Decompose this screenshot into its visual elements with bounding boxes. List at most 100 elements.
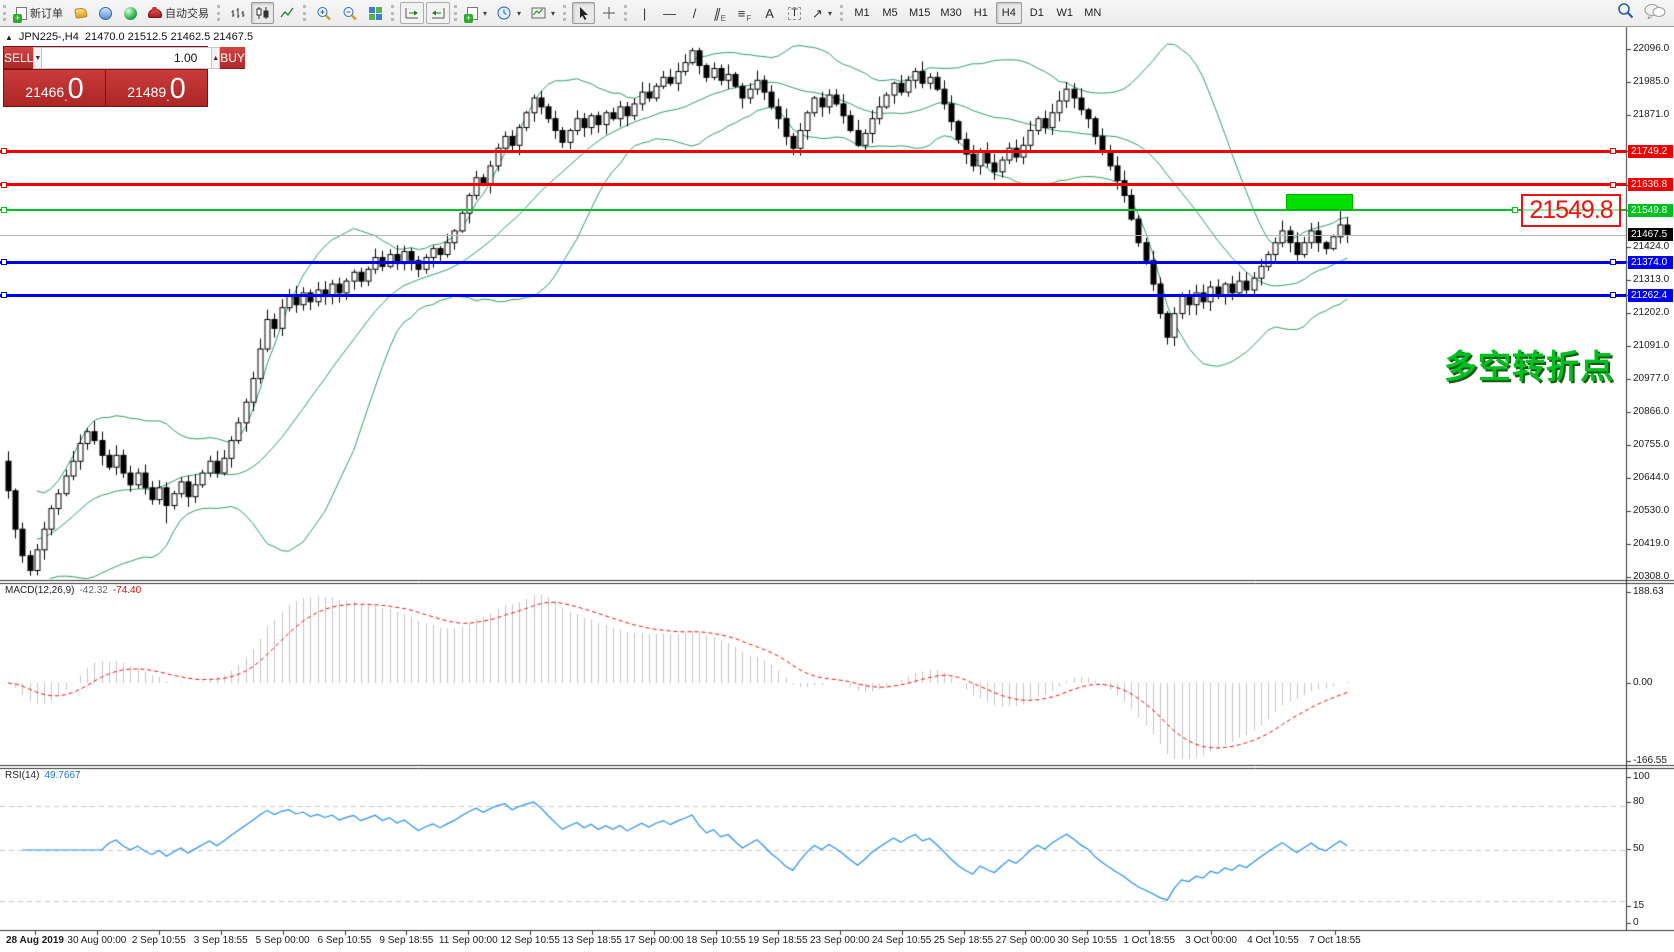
price-axis-tick: 21313.0 bbox=[1633, 274, 1669, 285]
time-axis-label: 30 Sep 10:55 bbox=[1058, 935, 1118, 946]
timeframe-m1-button[interactable]: M1 bbox=[849, 2, 875, 24]
search-icon[interactable] bbox=[1617, 2, 1634, 19]
line-right-handle[interactable] bbox=[1610, 148, 1616, 154]
sell-price-button[interactable]: 21466.0 bbox=[4, 70, 105, 106]
zoom-out-icon bbox=[342, 6, 358, 21]
macd-axis-label: 188.63 bbox=[1633, 586, 1664, 597]
horizontal-line-object[interactable] bbox=[0, 150, 1626, 153]
template-dropdown[interactable]: ▾ bbox=[527, 2, 559, 24]
line-price-label: 21374.0 bbox=[1628, 256, 1673, 269]
toolbar-drag-handle[interactable] bbox=[3, 5, 7, 21]
timeframe-m15-button[interactable]: M15 bbox=[905, 2, 934, 24]
line-left-handle[interactable] bbox=[1, 292, 7, 298]
timeframe-d1-button[interactable]: D1 bbox=[1024, 2, 1050, 24]
price-axis-tick: 20419.0 bbox=[1633, 538, 1669, 549]
sell-button[interactable]: SELL bbox=[4, 47, 33, 69]
crosshair-button[interactable] bbox=[597, 2, 620, 24]
horizontal-line-object[interactable] bbox=[0, 261, 1626, 264]
tile-windows-button[interactable] bbox=[364, 2, 387, 24]
auto-scroll-button[interactable] bbox=[400, 2, 424, 24]
auto-scroll-icon bbox=[404, 6, 420, 20]
period-dropdown[interactable]: ▾ bbox=[493, 2, 525, 24]
line-right-handle[interactable] bbox=[1610, 292, 1616, 298]
price-axis-tick: 21091.0 bbox=[1633, 340, 1669, 351]
clock-icon bbox=[497, 6, 512, 21]
timeframe-h4-button[interactable]: H4 bbox=[996, 2, 1022, 24]
timeframe-m5-button[interactable]: M5 bbox=[877, 2, 903, 24]
bar-chart-button[interactable] bbox=[226, 2, 249, 24]
profile-icon bbox=[99, 7, 112, 20]
horizontal-line-object[interactable] bbox=[0, 183, 1626, 186]
line-chart-button[interactable] bbox=[276, 2, 299, 24]
vertical-line-tool[interactable]: | bbox=[633, 2, 656, 24]
time-axis-label: 1 Oct 18:55 bbox=[1123, 935, 1175, 946]
new-order-icon: + bbox=[16, 7, 27, 20]
timeframe-mn-button[interactable]: MN bbox=[1080, 2, 1106, 24]
mql-editor-button[interactable] bbox=[69, 2, 92, 24]
line-left-handle[interactable] bbox=[1, 148, 7, 154]
profiles-button[interactable] bbox=[94, 2, 117, 24]
buy-price-button[interactable]: 21489.0 bbox=[106, 70, 207, 106]
line-right-handle[interactable] bbox=[1512, 207, 1518, 213]
line-left-handle[interactable] bbox=[1, 182, 7, 188]
chinese-note-text-object[interactable]: 多空转折点 bbox=[1444, 340, 1614, 388]
line-left-handle[interactable] bbox=[1, 207, 7, 213]
fibonacci-tool[interactable]: ≡F bbox=[733, 2, 756, 24]
volume-decrease-button[interactable]: ▼ bbox=[33, 47, 42, 69]
line-price-label: 21549.8 bbox=[1628, 204, 1673, 217]
volume-input[interactable] bbox=[42, 47, 211, 69]
bar-chart-icon bbox=[230, 6, 245, 20]
zoom-in-icon bbox=[316, 6, 332, 21]
bid-price-line bbox=[0, 235, 1626, 236]
line-right-handle[interactable] bbox=[1610, 182, 1616, 188]
group-handle[interactable] bbox=[217, 5, 221, 21]
auto-trading-icon bbox=[148, 9, 162, 18]
arrows-tool-dropdown[interactable]: ↗▾ bbox=[808, 2, 836, 24]
candlestick-icon bbox=[255, 6, 270, 20]
line-right-handle[interactable] bbox=[1610, 259, 1616, 265]
text-label-tool[interactable]: T bbox=[783, 2, 806, 24]
group-handle[interactable] bbox=[840, 5, 844, 21]
trendline-tool[interactable]: / bbox=[683, 2, 706, 24]
channel-tool[interactable]: ∥E bbox=[708, 2, 731, 24]
auto-trading-button[interactable]: 自动交易 bbox=[144, 2, 213, 24]
timeframe-h1-button[interactable]: H1 bbox=[968, 2, 994, 24]
group-handle[interactable] bbox=[563, 5, 567, 21]
line-left-handle[interactable] bbox=[1, 259, 7, 265]
highlight-rectangle-object[interactable] bbox=[1286, 194, 1353, 210]
time-axis-label: 25 Sep 18:55 bbox=[934, 935, 994, 946]
group-handle[interactable] bbox=[624, 5, 628, 21]
tile-windows-icon bbox=[369, 7, 382, 20]
macd-header: MACD(12,26,9) -42.32 -74.40 bbox=[5, 585, 141, 596]
volume-increase-button[interactable]: ▲ bbox=[211, 47, 220, 69]
price-callout-text-object[interactable]: 21549.8 bbox=[1521, 194, 1621, 227]
chart-shift-button[interactable] bbox=[426, 2, 450, 24]
time-axis-label: 12 Sep 10:55 bbox=[500, 935, 560, 946]
price-axis-tick: 22096.0 bbox=[1633, 43, 1669, 54]
new-chart-dropdown[interactable]: + ▾ bbox=[463, 2, 491, 24]
buy-button[interactable]: BUY bbox=[220, 47, 245, 69]
group-handle[interactable] bbox=[454, 5, 458, 21]
horizontal-line-object[interactable] bbox=[0, 209, 1626, 211]
group-handle[interactable] bbox=[391, 5, 395, 21]
horizontal-line-tool[interactable]: — bbox=[658, 2, 681, 24]
horizontal-line-object[interactable] bbox=[0, 294, 1626, 297]
candlestick-chart-button[interactable] bbox=[251, 2, 274, 24]
data-center-button[interactable] bbox=[119, 2, 142, 24]
chart-canvas[interactable] bbox=[0, 0, 1674, 952]
one-click-collapse-icon[interactable]: ▲ bbox=[5, 33, 13, 42]
timeframe-w1-button[interactable]: W1 bbox=[1052, 2, 1078, 24]
zoom-out-button[interactable] bbox=[338, 2, 362, 24]
group-handle[interactable] bbox=[303, 5, 307, 21]
time-axis-label: 28 Aug 2019 bbox=[6, 935, 64, 946]
timeframe-group: M1M5M15M30H1H4D1W1MN bbox=[848, 2, 1107, 24]
timeframe-m30-button[interactable]: M30 bbox=[936, 2, 965, 24]
new-order-button[interactable]: + 新订单 bbox=[12, 2, 67, 24]
crosshair-icon bbox=[602, 6, 616, 20]
cursor-button[interactable] bbox=[572, 2, 595, 24]
chat-icon[interactable] bbox=[1644, 3, 1666, 19]
zoom-in-button[interactable] bbox=[312, 2, 336, 24]
symbol-name: JPN225-,H4 bbox=[19, 31, 79, 43]
text-tool[interactable]: A bbox=[758, 2, 781, 24]
line-price-label: 21636.8 bbox=[1628, 178, 1673, 191]
